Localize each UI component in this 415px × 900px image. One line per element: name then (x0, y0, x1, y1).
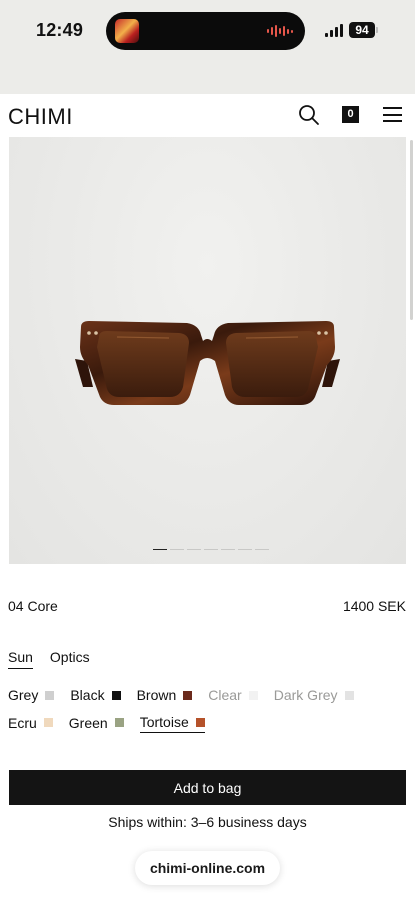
color-swatch (114, 718, 124, 727)
tab-sun[interactable]: Sun (8, 649, 33, 669)
battery-tip (376, 27, 378, 33)
sunglasses-image (75, 321, 340, 405)
carousel-dot[interactable] (255, 549, 269, 550)
color-label: Clear (208, 687, 242, 703)
product-image[interactable] (9, 137, 406, 564)
color-label: Green (68, 714, 108, 731)
color-label: Grey (8, 687, 39, 703)
browser-url-pill[interactable]: chimi-online.com (135, 851, 280, 885)
color-option-clear[interactable]: Clear (208, 687, 258, 705)
color-swatch (111, 690, 121, 700)
color-swatch (195, 717, 205, 727)
carousel-dot[interactable] (238, 549, 252, 550)
color-label: Brown (136, 687, 177, 703)
color-option-black[interactable]: Black (70, 687, 121, 705)
color-options-row: Grey Black Brown Clear Dark Grey (8, 687, 354, 705)
page-scrollbar[interactable] (410, 140, 413, 320)
color-label: Black (70, 687, 105, 703)
color-label: Ecru (8, 714, 37, 731)
image-carousel-dots[interactable] (153, 549, 269, 550)
carousel-dot[interactable] (170, 549, 184, 550)
battery-icon: 94 (349, 22, 375, 38)
cellular-signal-icon (325, 24, 345, 37)
search-icon[interactable] (298, 104, 320, 126)
now-playing-artwork (115, 19, 139, 43)
site-header: CHIMI 0 (0, 94, 415, 136)
cart-icon[interactable]: 0 (342, 106, 359, 123)
product-type-tabs: Sun Optics (8, 649, 90, 669)
color-options-row: Ecru Green Tortoise (8, 714, 205, 733)
add-to-bag-button[interactable]: Add to bag (9, 770, 406, 805)
brand-logo[interactable]: CHIMI (8, 104, 73, 130)
status-time: 12:49 (36, 20, 84, 40)
audio-waveform-icon (267, 24, 293, 38)
carousel-dot[interactable] (204, 549, 218, 550)
shipping-info: Ships within: 3–6 business days (108, 814, 307, 830)
carousel-dot[interactable] (187, 549, 201, 550)
color-label: Tortoise (139, 714, 189, 730)
color-swatch (183, 690, 193, 700)
status-bar: 12:49 94 (0, 0, 415, 94)
color-label: Dark Grey (273, 687, 338, 703)
carousel-dot[interactable] (221, 549, 235, 550)
color-option-tortoise[interactable]: Tortoise (139, 714, 205, 733)
tab-optics[interactable]: Optics (50, 649, 90, 669)
carousel-dot[interactable] (153, 549, 167, 550)
product-name: 04 Core (8, 598, 58, 614)
color-option-green[interactable]: Green (69, 714, 124, 733)
color-option-ecru[interactable]: Ecru (8, 714, 53, 733)
color-swatch (45, 690, 55, 700)
menu-icon[interactable] (383, 107, 402, 122)
color-option-dark-grey[interactable]: Dark Grey (274, 687, 354, 705)
color-option-brown[interactable]: Brown (137, 687, 193, 705)
color-swatch (43, 718, 53, 727)
color-option-grey[interactable]: Grey (8, 687, 55, 705)
product-price: 1400 SEK (342, 598, 406, 614)
color-swatch (344, 690, 354, 700)
color-swatch (248, 690, 258, 700)
dynamic-island[interactable] (106, 12, 305, 50)
